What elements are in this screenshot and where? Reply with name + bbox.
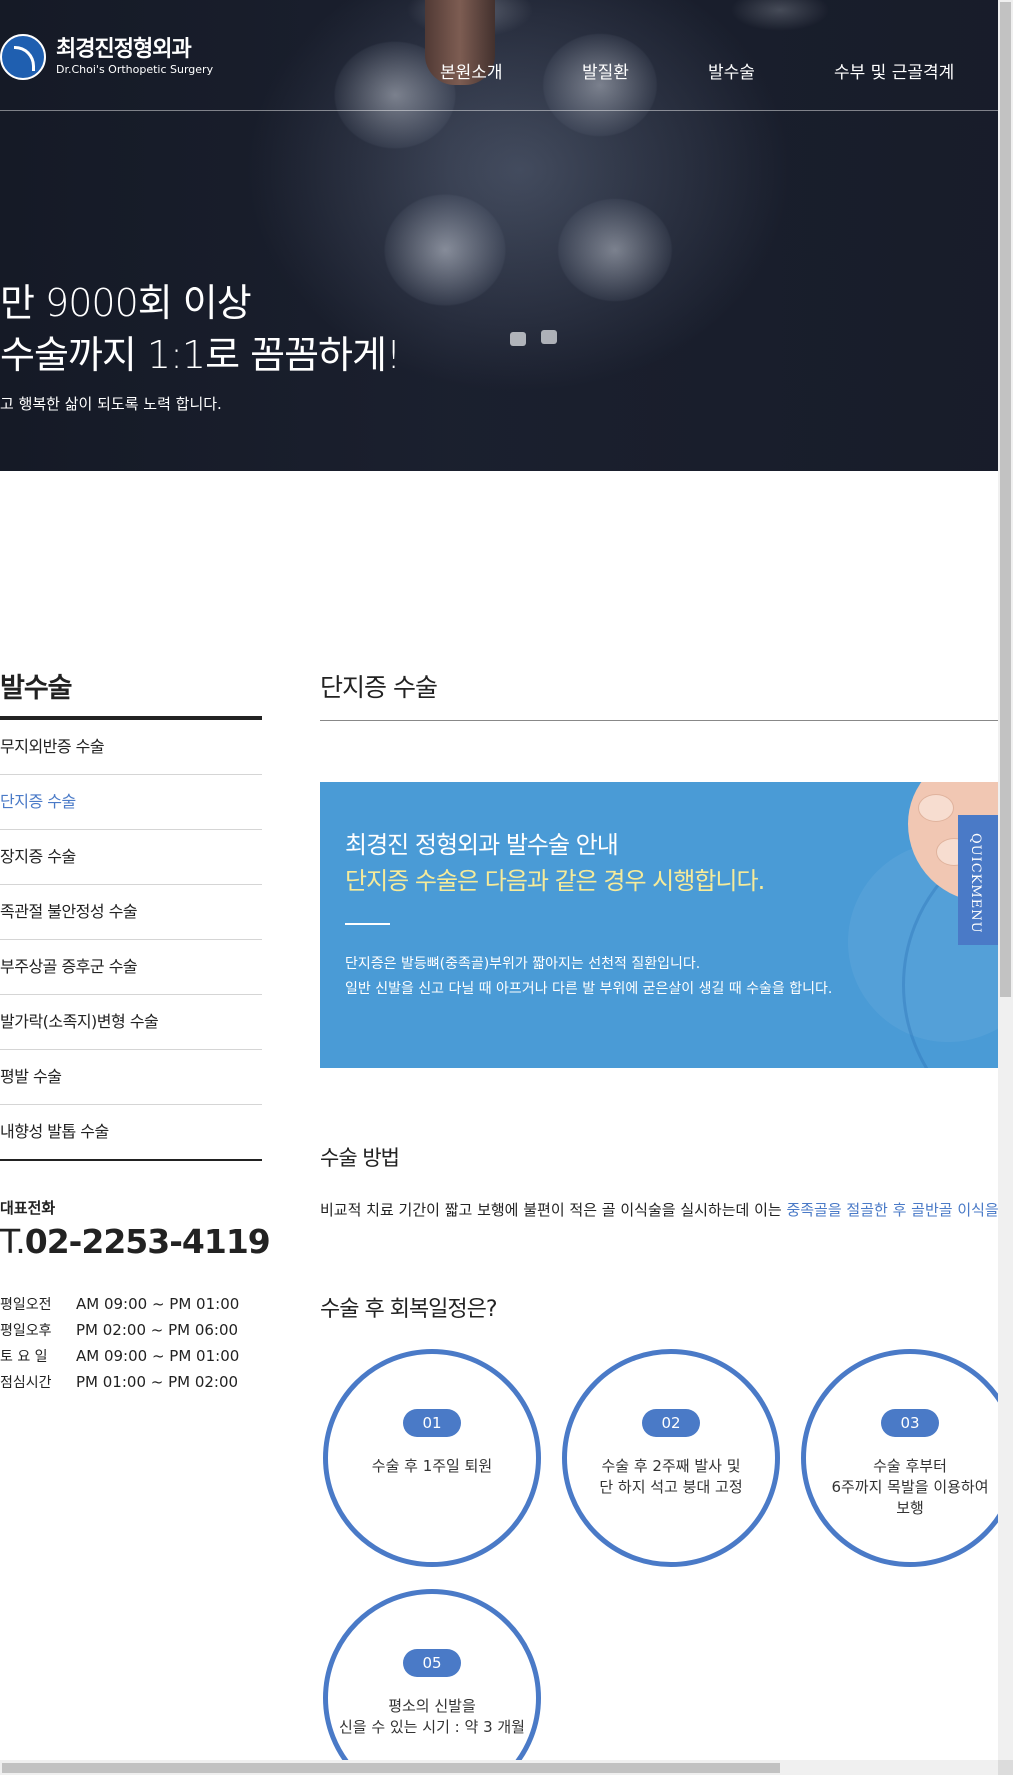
step-text: 수술 후 2주째 발사 및 단 하지 석고 붕대 고정 [599,1457,743,1496]
hours-day: 점심시간 [0,1375,52,1391]
info-title-1: 최경진 정형외과 발수술 안내 [345,831,619,859]
step-number-badge: 02 [642,1409,700,1437]
horizontal-scrollbar[interactable] [0,1760,998,1775]
recovery-step: 05 평소의 신발을 신을 수 있는 시기 : 약 3 개월 [323,1589,541,1760]
recovery-heading: 수술 후 회복일정은? [320,1297,498,1322]
nav-divider [0,110,998,111]
hours-day: 평일오후 [0,1323,52,1339]
hours-row: 토 요 일 AM 09:00 ~ PM 01:00 [0,1346,239,1372]
sidebar-item-toe-deformity[interactable]: 발가락(소족지)변형 수술 [0,995,262,1050]
method-heading: 수술 방법 [320,1146,400,1170]
main-nav: 본원소개 발질환 발수술 수부 및 근골격계 [0,58,998,83]
vertical-scroll-thumb[interactable] [1000,2,1011,997]
nav-foot-surgery[interactable]: 발수술 [708,58,755,83]
hours-time: AM 09:00 ~ PM 01:00 [76,1347,240,1365]
info-title-2: 단지증 수술은 다음과 같은 경우 시행합니다. [345,867,765,895]
hours-time: PM 02:00 ~ PM 06:00 [76,1321,239,1339]
sidebar-item-bunion[interactable]: 무지외반증 수술 [0,720,262,775]
sidebar-item-ankle-instability[interactable]: 족관절 불안정성 수술 [0,885,262,940]
step-number-badge: 01 [403,1409,461,1437]
page-title: 단지증 수술 [320,673,438,702]
sidebar-item-brachymetatarsia[interactable]: 단지증 수술 [0,775,262,830]
hero-banner: 최경진정형외과 Dr.Choi's Orthopetic Surgery 본원소… [0,0,998,471]
step-text: 수술 후 1주일 퇴원 [371,1457,493,1475]
nav-hand-musculoskeletal[interactable]: 수부 및 근골격계 [834,58,954,83]
method-text-body: 비교적 치료 기간이 짧고 보행에 불편이 적은 골 이식술을 실시하는데 이는 [320,1201,787,1219]
hours-time: AM 09:00 ~ PM 01:00 [76,1295,240,1313]
sidebar-item-long-toe[interactable]: 장지증 수술 [0,830,262,885]
phone-digits: 02-2253-4119 [24,1222,271,1261]
recovery-step: 02 수술 후 2주째 발사 및 단 하지 석고 붕대 고정 [562,1349,780,1567]
quickmenu-tab[interactable]: QUICKMENU [958,815,998,945]
surgery-info-box: 최경진 정형외과 발수술 안내 단지증 수술은 다음과 같은 경우 시행합니다.… [320,782,998,1068]
sidebar-item-accessory-navicular[interactable]: 부주상골 증후군 수술 [0,940,262,995]
hours-day: 토 요 일 [0,1349,48,1365]
sidebar-item-ingrown-toenail[interactable]: 내향성 발톱 수술 [0,1105,262,1161]
info-line-1: 단지증은 발등뼈(중족골)부위가 짧아지는 선천적 질환입니다. [345,956,701,972]
step-text: 수술 후부터 6주까지 목발을 이용하여 보행 [831,1457,989,1517]
sidebar-item-flatfoot[interactable]: 평발 수술 [0,1050,262,1105]
info-line-2: 일반 신발을 신고 다닐 때 아프거나 다른 발 부위에 굳은살이 생길 때 수… [345,981,833,997]
method-text: 비교적 치료 기간이 짧고 보행에 불편이 적은 골 이식술을 실시하는데 이는… [320,1199,998,1220]
hours-row: 평일오전 AM 09:00 ~ PM 01:00 [0,1294,239,1320]
info-description: 단지증은 발등뼈(중족골)부위가 짧아지는 선천적 질환입니다. 일반 신발을 … [345,952,832,1002]
phone-label: 대표전화 [0,1199,56,1217]
method-highlight: 중족골을 절골한 후 골반골 이식을 [786,1201,998,1219]
nav-about[interactable]: 본원소개 [440,58,503,83]
sidebar-title: 발수술 [0,673,73,704]
step-number-badge: 03 [881,1409,939,1437]
quickmenu-label: QUICKMENU [968,833,983,934]
page-viewport: 최경진정형외과 Dr.Choi's Orthopetic Surgery 본원소… [0,0,998,1760]
phone-prefix: T. [0,1222,26,1261]
horizontal-scroll-thumb[interactable] [2,1763,780,1773]
recovery-step: 01 수술 후 1주일 퇴원 [323,1349,541,1567]
title-divider [320,720,998,721]
phone-number[interactable]: T.02-2253-4119 [0,1222,271,1261]
hours-day: 평일오전 [0,1297,52,1313]
hours-row: 평일오후 PM 02:00 ~ PM 06:00 [0,1320,239,1346]
clinic-hours: 평일오전 AM 09:00 ~ PM 01:00 평일오후 PM 02:00 ~ P… [0,1294,239,1398]
hours-row: 점심시간 PM 01:00 ~ PM 02:00 [0,1372,239,1398]
recovery-step: 03 수술 후부터 6주까지 목발을 이용하여 보행 [801,1349,998,1567]
vertical-scrollbar[interactable] [998,0,1013,1760]
hours-time: PM 01:00 ~ PM 02:00 [76,1373,239,1391]
step-text: 평소의 신발을 신을 수 있는 시기 : 약 3 개월 [339,1697,525,1736]
hero-headline-1: 만 9000회 이상 [0,281,252,325]
hero-headline-2: 수술까지 1:1로 꼼꼼하게! [0,333,401,377]
step-number-badge: 05 [403,1649,461,1677]
info-rule [345,923,390,925]
hero-subtext: 고 행복한 삶이 되도록 노력 합니다. [0,395,222,413]
sidebar-menu: 무지외반증 수술 단지증 수술 장지증 수술 족관절 불안정성 수술 부주상골 … [0,720,262,1161]
scrollbar-corner [998,1760,1013,1775]
nav-foot-disease[interactable]: 발질환 [582,58,629,83]
